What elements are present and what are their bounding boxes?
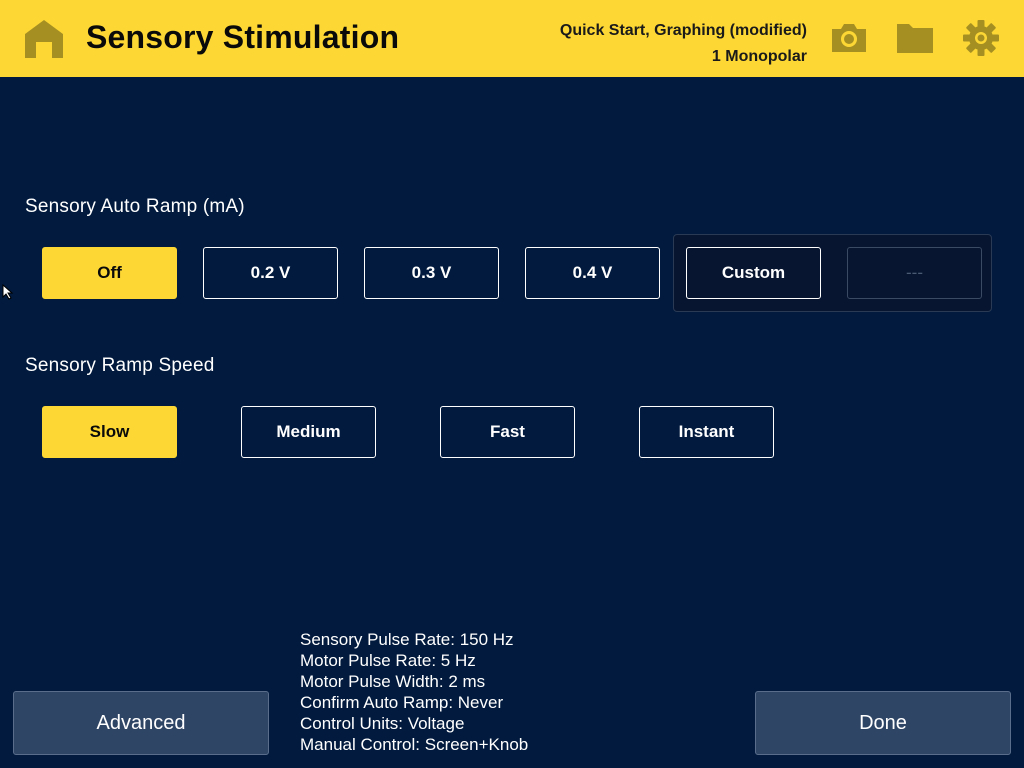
ramp-speed-slow-button[interactable]: Slow [42,406,177,458]
auto-ramp-0.2v-button[interactable]: 0.2 V [203,247,338,299]
summary-line: Motor Pulse Rate: 5 Hz [300,651,476,670]
camera-button[interactable] [830,19,868,57]
ramp-speed-label: Sensory Ramp Speed [25,355,215,376]
mouse-cursor-icon [2,284,14,300]
ramp-speed-medium-button[interactable]: Medium [241,406,376,458]
summary-line: Motor Pulse Width: 2 ms [300,672,486,691]
camera-icon [832,24,866,52]
session-info-procedure: Quick Start, Graphing (modified) [559,22,807,39]
summary-line: Control Units: Voltage [300,714,465,733]
ramp-speed-fast-button[interactable]: Fast [440,406,575,458]
home-button[interactable] [24,19,64,59]
summary-line: Confirm Auto Ramp: Never [300,693,504,712]
header-bar: Sensory Stimulation Quick Start, Graphin… [0,0,1024,77]
summary-line: Manual Control: Screen+Knob [300,735,529,754]
custom-ramp-value-field: --- [847,247,982,299]
auto-ramp-0.4v-button[interactable]: 0.4 V [525,247,660,299]
folder-icon [897,24,933,53]
settings-summary: Sensory Pulse Rate: 150 Hz Motor Pulse R… [300,629,528,755]
auto-ramp-0.3v-button[interactable]: 0.3 V [364,247,499,299]
session-info: Quick Start, Graphing (modified) 1 Monop… [560,18,807,70]
advanced-button[interactable]: Advanced [13,691,269,755]
auto-ramp-off-button[interactable]: Off [42,247,177,299]
home-icon [25,20,63,58]
summary-line: Sensory Pulse Rate: 150 Hz [300,630,514,649]
auto-ramp-custom-button[interactable]: Custom [686,247,821,299]
auto-ramp-label: Sensory Auto Ramp (mA) [25,196,245,217]
folder-button[interactable] [896,19,934,57]
done-button[interactable]: Done [755,691,1011,755]
ramp-speed-instant-button[interactable]: Instant [639,406,774,458]
session-info-mode: 1 Monopolar [711,48,807,65]
gear-icon [963,20,999,56]
page-title: Sensory Stimulation [86,19,400,55]
settings-button[interactable] [962,19,1000,57]
